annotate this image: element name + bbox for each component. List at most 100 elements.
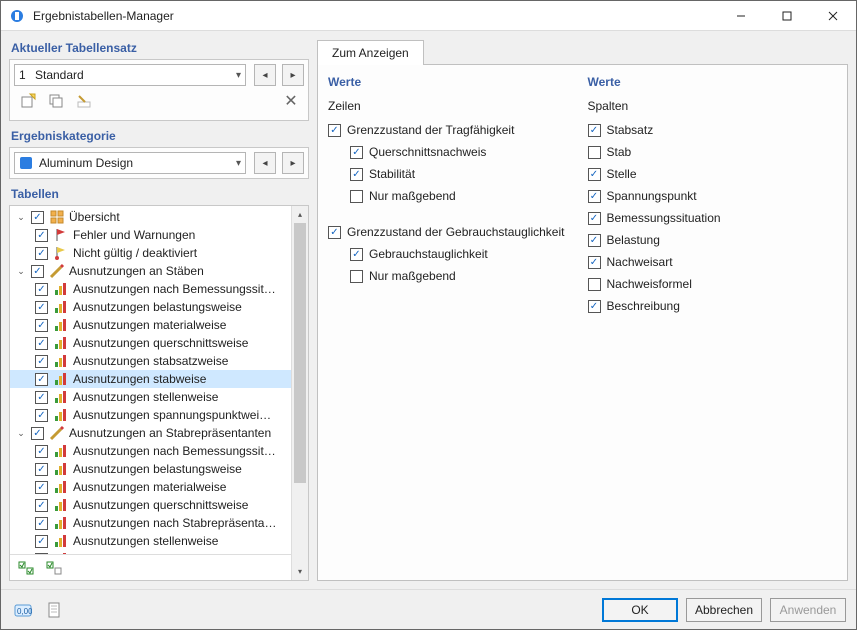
tree-item[interactable]: Ausnutzungen materialweise: [10, 316, 308, 334]
uncheck-all-button[interactable]: [42, 557, 66, 579]
tree-checkbox[interactable]: [35, 355, 48, 368]
checkbox[interactable]: [588, 278, 601, 291]
ok-button[interactable]: OK: [602, 598, 678, 622]
tree-checkbox[interactable]: [35, 553, 48, 555]
checkbox-row[interactable]: Nachweisformel: [588, 273, 838, 295]
rename-button[interactable]: [72, 90, 96, 112]
checkbox-row[interactable]: Stabilität: [328, 163, 578, 185]
scroll-thumb[interactable]: [294, 223, 306, 483]
checkbox[interactable]: [588, 234, 601, 247]
category-dropdown[interactable]: Aluminum Design ▾: [14, 152, 246, 174]
tables-tree[interactable]: ⌄ÜbersichtFehler und WarnungenNicht gült…: [10, 206, 308, 554]
checkbox[interactable]: [350, 248, 363, 261]
checkbox[interactable]: [588, 146, 601, 159]
checkbox[interactable]: [588, 300, 601, 313]
tree-checkbox[interactable]: [35, 229, 48, 242]
checkbox-row[interactable]: Nachweisart: [588, 251, 838, 273]
checkbox-row[interactable]: Stabsatz: [588, 119, 838, 141]
tree-checkbox[interactable]: [35, 409, 48, 422]
checkbox-row[interactable]: Beschreibung: [588, 295, 838, 317]
new-button[interactable]: [16, 90, 40, 112]
tree-checkbox[interactable]: [35, 445, 48, 458]
tree-checkbox[interactable]: [35, 535, 48, 548]
tree-item[interactable]: Ausnutzungen spannungspunktwei…: [10, 550, 308, 554]
tree-checkbox[interactable]: [35, 247, 48, 260]
tree-item[interactable]: ⌄Übersicht: [10, 208, 308, 226]
checkbox-row[interactable]: Stelle: [588, 163, 838, 185]
scroll-down-button[interactable]: ▾: [292, 563, 308, 580]
apply-button[interactable]: Anwenden: [770, 598, 846, 622]
tree-item[interactable]: ⌄Ausnutzungen an Stabrepräsentanten: [10, 424, 308, 442]
checkbox[interactable]: [350, 270, 363, 283]
checkbox-row[interactable]: Gebrauchstauglichkeit: [328, 243, 578, 265]
checkbox-row[interactable]: Bemessungssituation: [588, 207, 838, 229]
tree-checkbox[interactable]: [35, 337, 48, 350]
tree-checkbox[interactable]: [35, 283, 48, 296]
checkbox[interactable]: [588, 124, 601, 137]
report-button[interactable]: [43, 599, 67, 621]
checkbox-row[interactable]: Grenzzustand der Gebrauchstauglichkeit: [328, 221, 578, 243]
checkbox[interactable]: [588, 256, 601, 269]
category-prev-button[interactable]: ◂: [254, 152, 276, 174]
tree-item[interactable]: Ausnutzungen belastungsweise: [10, 298, 308, 316]
units-button[interactable]: 0,00: [11, 599, 35, 621]
tree-checkbox[interactable]: [35, 391, 48, 404]
tree-item[interactable]: Ausnutzungen querschnittsweise: [10, 496, 308, 514]
checkbox[interactable]: [350, 168, 363, 181]
checkbox-row[interactable]: Nur maßgebend: [328, 265, 578, 287]
tree-checkbox[interactable]: [35, 319, 48, 332]
next-button[interactable]: ▸: [282, 64, 304, 86]
checkbox[interactable]: [328, 124, 341, 137]
tree-checkbox[interactable]: [31, 211, 44, 224]
checkbox-row[interactable]: Spannungspunkt: [588, 185, 838, 207]
tree-checkbox[interactable]: [35, 373, 48, 386]
checkbox[interactable]: [588, 168, 601, 181]
tree-item[interactable]: Nicht gültig / deaktiviert: [10, 244, 308, 262]
checkbox-row[interactable]: Querschnittsnachweis: [328, 141, 578, 163]
checkbox[interactable]: [350, 146, 363, 159]
prev-button[interactable]: ◂: [254, 64, 276, 86]
tree-item[interactable]: Ausnutzungen nach Stabrepräsenta…: [10, 514, 308, 532]
delete-button[interactable]: ✕: [280, 90, 302, 112]
scroll-up-button[interactable]: ▴: [292, 206, 308, 223]
tree-item[interactable]: Ausnutzungen stabweise: [10, 370, 308, 388]
category-next-button[interactable]: ▸: [282, 152, 304, 174]
tree-item[interactable]: Ausnutzungen querschnittsweise: [10, 334, 308, 352]
copy-button[interactable]: [44, 90, 68, 112]
tree-checkbox[interactable]: [35, 499, 48, 512]
close-button[interactable]: [810, 1, 856, 31]
checkbox[interactable]: [350, 190, 363, 203]
tree-item[interactable]: Fehler und Warnungen: [10, 226, 308, 244]
tree-item[interactable]: ⌄Ausnutzungen an Stäben: [10, 262, 308, 280]
checkbox[interactable]: [328, 226, 341, 239]
tree-checkbox[interactable]: [35, 301, 48, 314]
tree-checkbox[interactable]: [31, 427, 44, 440]
tree-item[interactable]: Ausnutzungen nach Bemessungssit…: [10, 280, 308, 298]
checkbox-row[interactable]: Stab: [588, 141, 838, 163]
minimize-button[interactable]: [718, 1, 764, 31]
tree-item[interactable]: Ausnutzungen stabsatzweise: [10, 352, 308, 370]
checkbox-row[interactable]: Belastung: [588, 229, 838, 251]
check-all-button[interactable]: [14, 557, 38, 579]
checkbox-row[interactable]: Grenzzustand der Tragfähigkeit: [328, 119, 578, 141]
tab-zum-anzeigen[interactable]: Zum Anzeigen: [317, 40, 424, 65]
tree-item[interactable]: Ausnutzungen spannungspunktwei…: [10, 406, 308, 424]
tree-item[interactable]: Ausnutzungen nach Bemessungssit…: [10, 442, 308, 460]
maximize-button[interactable]: [764, 1, 810, 31]
expand-toggle[interactable]: ⌄: [14, 212, 28, 223]
tree-scrollbar[interactable]: ▴ ▾: [291, 206, 308, 580]
checkbox[interactable]: [588, 190, 601, 203]
expand-toggle[interactable]: ⌄: [14, 266, 28, 277]
tree-checkbox[interactable]: [35, 463, 48, 476]
checkbox[interactable]: [588, 212, 601, 225]
tree-checkbox[interactable]: [31, 265, 44, 278]
tree-item[interactable]: Ausnutzungen stellenweise: [10, 388, 308, 406]
cancel-button[interactable]: Abbrechen: [686, 598, 762, 622]
tree-item[interactable]: Ausnutzungen belastungsweise: [10, 460, 308, 478]
expand-toggle[interactable]: ⌄: [14, 428, 28, 439]
checkbox-row[interactable]: Nur maßgebend: [328, 185, 578, 207]
tree-item[interactable]: Ausnutzungen materialweise: [10, 478, 308, 496]
tablesatz-dropdown[interactable]: 1 Standard ▾: [14, 64, 246, 86]
tree-item[interactable]: Ausnutzungen stellenweise: [10, 532, 308, 550]
tree-checkbox[interactable]: [35, 481, 48, 494]
